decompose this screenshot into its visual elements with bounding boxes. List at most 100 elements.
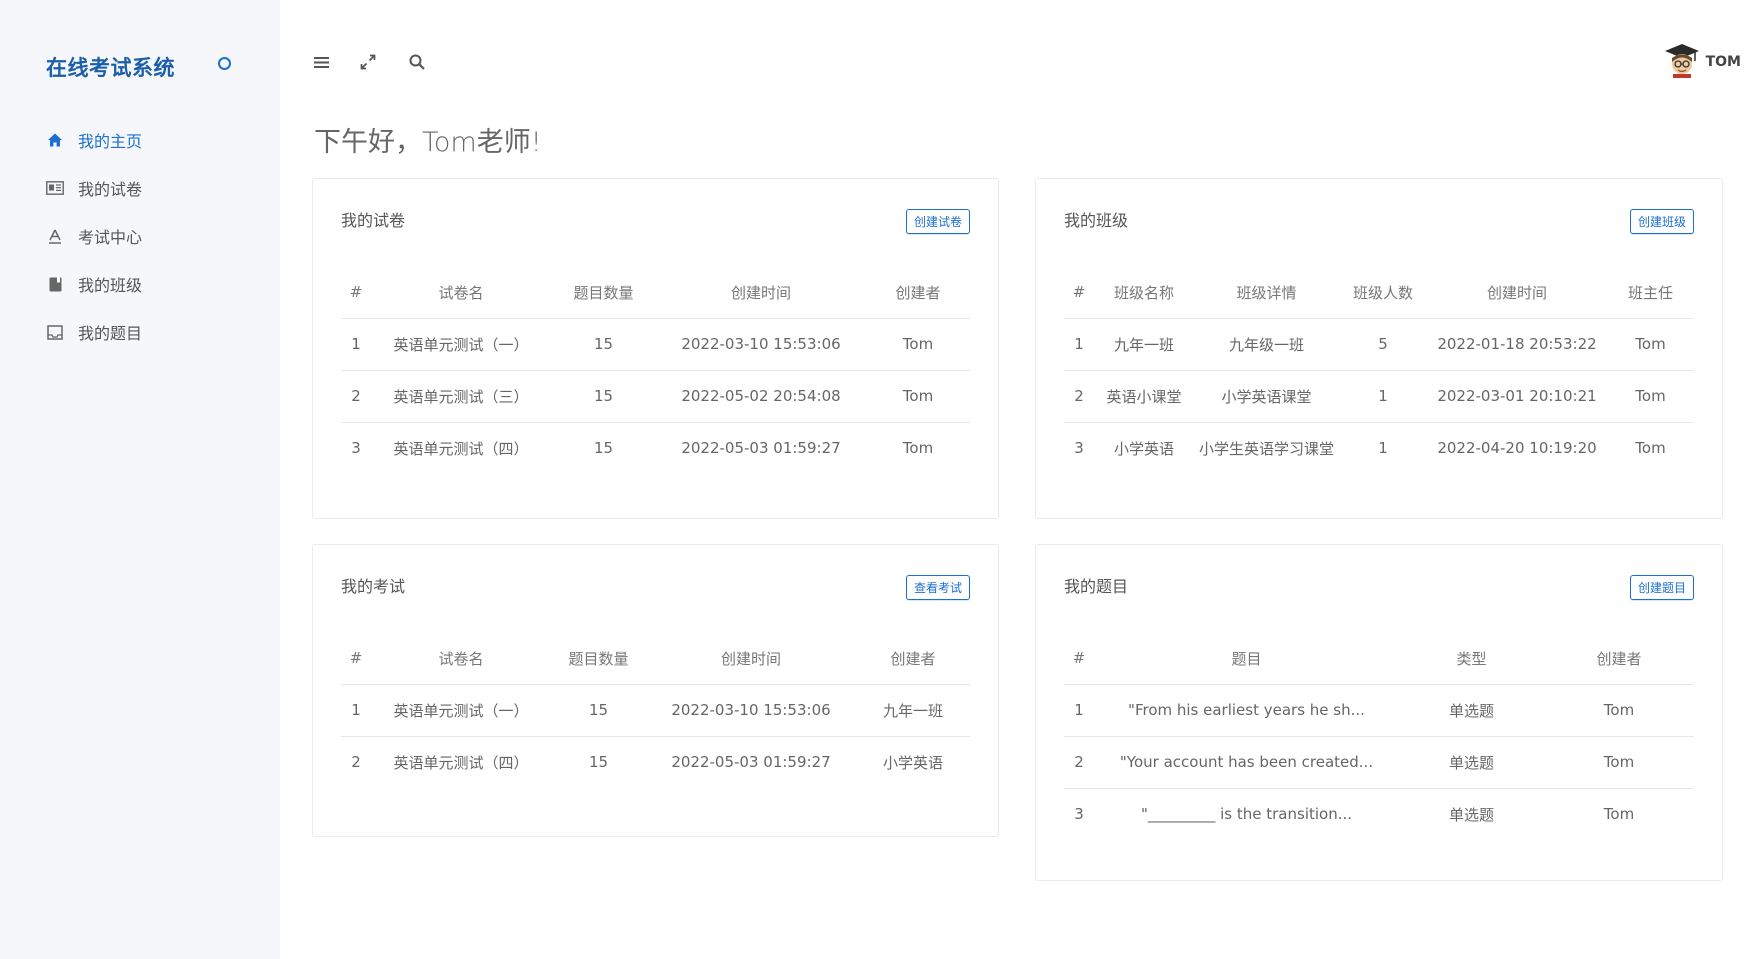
search-icon[interactable]: [407, 52, 427, 72]
table-row[interactable]: 1 九年一班 九年级一班 5 2022-01-18 20:53:22 Tom: [1064, 318, 1694, 371]
cell: 单选题: [1448, 805, 1494, 824]
fullscreen-icon[interactable]: [358, 52, 378, 72]
app-title: 在线考试系统: [46, 56, 175, 80]
table-row[interactable]: 3 英语单元测试（四） 15 2022-05-03 01:59:27 Tom: [341, 422, 970, 474]
sidebar-item-home[interactable]: 我的主页: [46, 116, 142, 164]
column-header: #: [1064, 267, 1094, 319]
cell: 2022-03-10 15:53:06: [656, 318, 866, 371]
cell: 15: [551, 318, 656, 371]
cell: 3: [1074, 439, 1084, 458]
cell: Tom: [866, 318, 970, 371]
sidebar: 在线考试系统 我的主页 我的试卷 考试中心 我的班级 我的题目: [0, 0, 280, 959]
cell: 2022-04-20 10:19:20: [1437, 439, 1597, 458]
column-header: 班级详情: [1194, 267, 1339, 319]
column-header: 题目: [1094, 633, 1399, 685]
papers-table: # 试卷名 题目数量 创建时间 创建者 1 英语单元测试（一） 15 2022-…: [341, 267, 970, 474]
cell: 15: [593, 439, 614, 458]
view-exams-button[interactable]: 查看考试: [905, 575, 970, 600]
column-header: 创建时间: [646, 633, 856, 685]
cell: Tom: [1544, 684, 1694, 737]
table-row[interactable]: 2 英语单元测试（三） 15 2022-05-02 20:54:08 Tom: [341, 370, 970, 423]
sidebar-item-questions[interactable]: 我的题目: [46, 308, 142, 356]
table-header-row: # 试卷名 题目数量 创建时间 创建者: [341, 633, 970, 685]
cell: 3: [351, 439, 361, 458]
cell: 小学生英语学习课堂: [1198, 439, 1334, 458]
column-header: 创建者: [866, 267, 970, 319]
cell: 小学英语课堂: [1194, 370, 1339, 423]
cell: 15: [551, 370, 656, 423]
book-icon: [46, 275, 64, 293]
exams-card: 我的考试 查看考试 # 试卷名 题目数量 创建时间 创建者 1 英语单元测试（一…: [312, 544, 999, 837]
questions-table: # 题目 类型 创建者 1 "From his earliest years h…: [1064, 633, 1694, 840]
cell: Tom: [1635, 439, 1666, 458]
cell: 2022-03-10 15:53:06: [646, 684, 856, 737]
cell: 3: [1074, 805, 1084, 824]
column-header: 试卷名: [371, 267, 551, 319]
cell: 小学英语: [1113, 439, 1174, 458]
column-header: #: [341, 633, 371, 685]
table-row[interactable]: 1 "From his earliest years he sh... 单选题 …: [1064, 684, 1694, 737]
cell: 1: [1064, 318, 1094, 371]
sidebar-item-papers[interactable]: 我的试卷: [46, 164, 142, 212]
column-header: 类型: [1399, 633, 1544, 685]
cell: 九年级一班: [1194, 318, 1339, 371]
card-title: 我的考试: [341, 577, 406, 596]
table-row[interactable]: 3 "_________ is the transition... 单选题 To…: [1064, 788, 1694, 840]
cell: Tom: [1607, 370, 1694, 423]
cell: 英语小课堂: [1094, 370, 1194, 423]
cell: Tom: [1603, 805, 1635, 824]
column-header: 题目数量: [551, 267, 656, 319]
table-row[interactable]: 1 英语单元测试（一） 15 2022-03-10 15:53:06 九年一班: [341, 684, 970, 737]
papers-card: 我的试卷 创建试卷 # 试卷名 题目数量 创建时间 创建者 1 英语单元测试（一…: [312, 178, 999, 519]
column-header: 创建时间: [1427, 267, 1607, 319]
cell: 2: [1064, 736, 1094, 789]
menu-icon[interactable]: [311, 52, 331, 72]
card-title: 我的试卷: [341, 211, 406, 230]
cell: Tom: [1607, 318, 1694, 371]
cell: 英语单元测试（四）: [393, 439, 529, 458]
cell: 2: [341, 370, 371, 423]
column-header: #: [341, 267, 371, 319]
cell: 5: [1339, 318, 1427, 371]
sidebar-nav: 我的主页 我的试卷 考试中心 我的班级 我的题目: [46, 116, 142, 356]
cell: 2: [1064, 370, 1094, 423]
column-header: 创建者: [856, 633, 970, 685]
sidebar-item-exam-center[interactable]: 考试中心: [46, 212, 142, 260]
create-class-button[interactable]: 创建班级: [1629, 209, 1694, 234]
classes-table: # 班级名称 班级详情 班级人数 创建时间 班主任 1 九年一班 九年级一班 5…: [1064, 267, 1694, 474]
table-row[interactable]: 2 "Your account has been created... 单选题 …: [1064, 736, 1694, 789]
table-row[interactable]: 2 英语单元测试（四） 15 2022-05-03 01:59:27 小学英语: [341, 736, 970, 788]
card-title: 我的班级: [1064, 211, 1129, 230]
column-header: 班主任: [1607, 267, 1694, 319]
create-question-button[interactable]: 创建题目: [1629, 575, 1694, 600]
cell: 2022-01-18 20:53:22: [1427, 318, 1607, 371]
cell: 英语单元测试（一）: [371, 684, 551, 737]
create-paper-button[interactable]: 创建试卷: [905, 209, 970, 234]
classes-card: 我的班级 创建班级 # 班级名称 班级详情 班级人数 创建时间 班主任 1 九年…: [1035, 178, 1723, 519]
exams-table: # 试卷名 题目数量 创建时间 创建者 1 英语单元测试（一） 15 2022-…: [341, 633, 970, 788]
table-row[interactable]: 2 英语小课堂 小学英语课堂 1 2022-03-01 20:10:21 Tom: [1064, 370, 1694, 423]
cell: 单选题: [1399, 736, 1544, 789]
column-header: 创建时间: [656, 267, 866, 319]
user-menu[interactable]: TOM: [1664, 42, 1741, 82]
paper-icon: [46, 179, 64, 197]
sidebar-item-classes[interactable]: 我的班级: [46, 260, 142, 308]
cell: 2022-05-03 01:59:27: [671, 753, 831, 772]
cell: 单选题: [1399, 684, 1544, 737]
table-row[interactable]: 1 英语单元测试（一） 15 2022-03-10 15:53:06 Tom: [341, 318, 970, 371]
cell: 1: [341, 684, 371, 737]
cell: 2022-03-01 20:10:21: [1427, 370, 1607, 423]
cell: 2022-05-03 01:59:27: [681, 439, 841, 458]
sidebar-item-label: 考试中心: [78, 228, 143, 247]
greeting-title: 下午好，Tom老师!: [314, 127, 542, 158]
cell: 小学英语: [882, 753, 943, 772]
cell: 英语单元测试（四）: [393, 753, 529, 772]
table-header-row: # 试卷名 题目数量 创建时间 创建者: [341, 267, 970, 319]
cell: 1: [341, 318, 371, 371]
table-row[interactable]: 3 小学英语 小学生英语学习课堂 1 2022-04-20 10:19:20 T…: [1064, 422, 1694, 474]
sidebar-toggle-icon[interactable]: [218, 57, 231, 70]
cell: Tom: [1544, 736, 1694, 789]
cell: 1: [1064, 684, 1094, 737]
sidebar-item-label: 我的试卷: [78, 180, 143, 199]
cell: 九年一班: [856, 684, 970, 737]
